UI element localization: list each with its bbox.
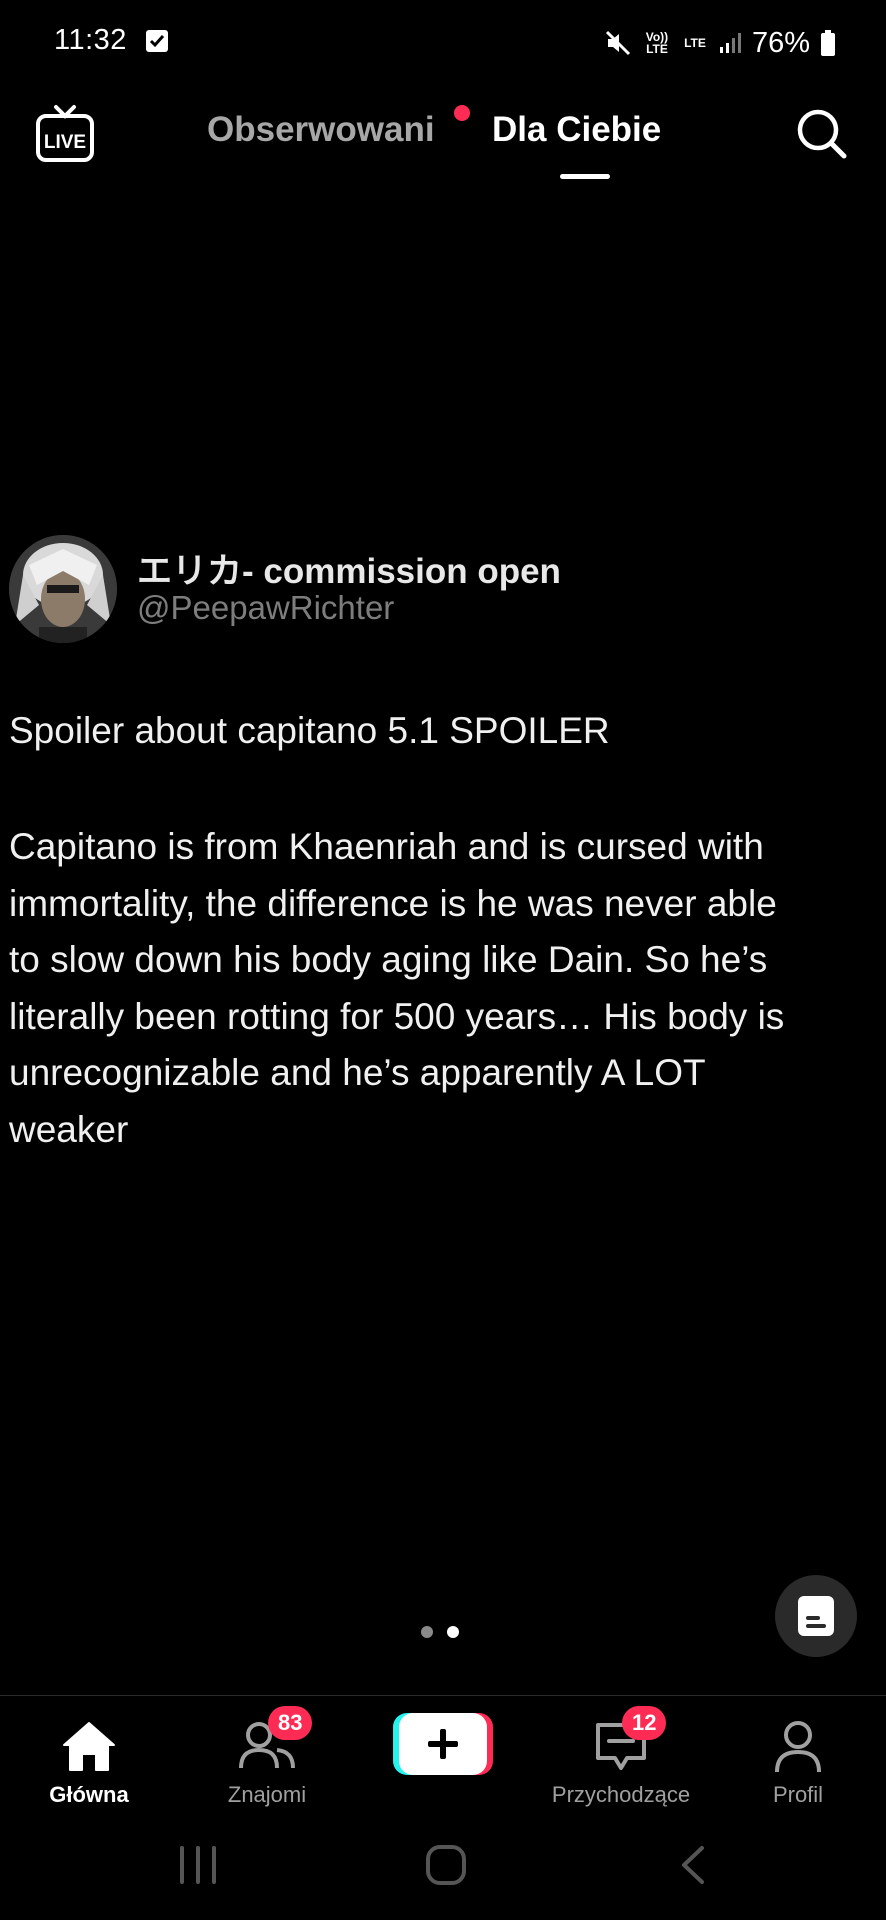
status-bar: 11:32 Vo)) LTE LTE 76% bbox=[0, 0, 886, 86]
status-time: 11:32 bbox=[54, 24, 127, 56]
volte-indicator: Vo)) LTE bbox=[645, 30, 669, 56]
lte-indicator: LTE bbox=[684, 36, 706, 50]
battery-icon bbox=[821, 30, 835, 56]
bottom-navigation: Główna 83 Znajomi 12 Przychodzące Profil bbox=[0, 1695, 886, 1821]
nav-profile[interactable]: Profil bbox=[713, 1708, 883, 1818]
mute-icon bbox=[605, 30, 631, 56]
status-indicators: Vo)) LTE LTE 76% bbox=[604, 24, 836, 62]
inbox-badge: 12 bbox=[622, 1706, 667, 1740]
checkbox-notification-icon bbox=[146, 30, 168, 52]
post-body-line: Capitano is from Khaenriah and is cursed… bbox=[9, 826, 764, 867]
carousel-dot-1[interactable] bbox=[421, 1626, 433, 1638]
post-body-line: weaker bbox=[9, 1108, 129, 1150]
system-navigation bbox=[0, 1820, 886, 1920]
nav-friends-label: Znajomi bbox=[227, 1782, 307, 1807]
home-system-icon[interactable] bbox=[424, 1844, 468, 1886]
svg-text:LIVE: LIVE bbox=[44, 132, 86, 153]
top-navigation: LIVE Obserwowani Dla Ciebie bbox=[0, 96, 886, 186]
avatar[interactable] bbox=[9, 535, 117, 643]
nav-home[interactable]: Główna bbox=[4, 1708, 174, 1818]
signal-icon bbox=[719, 33, 741, 53]
post-body-line: immortality, the difference is he was ne… bbox=[9, 882, 777, 924]
nav-home-label: Główna bbox=[49, 1782, 129, 1807]
plus-icon bbox=[393, 1713, 493, 1775]
post-body-line: literally been rotting for 500 years… Hi… bbox=[9, 995, 785, 1037]
nav-inbox-label: Przychodzące bbox=[551, 1782, 691, 1807]
user-handle: @PeepawRichter bbox=[137, 589, 395, 626]
tab-following[interactable]: Obserwowani bbox=[207, 110, 435, 150]
tab-for-you[interactable]: Dla Ciebie bbox=[492, 110, 661, 150]
nav-inbox[interactable]: 12 Przychodzące bbox=[536, 1706, 706, 1818]
post-body-line: to slow down his body aging like Dain. S… bbox=[9, 939, 768, 980]
recent-apps-icon[interactable] bbox=[176, 1844, 220, 1886]
notification-dot bbox=[454, 105, 470, 121]
home-icon bbox=[63, 1722, 115, 1771]
display-name: エリカ- commission open bbox=[137, 552, 561, 591]
carousel-indicator bbox=[421, 1626, 459, 1638]
search-icon[interactable] bbox=[794, 106, 850, 162]
notes-button[interactable] bbox=[775, 1575, 857, 1657]
friends-badge: 83 bbox=[268, 1706, 313, 1740]
back-icon[interactable] bbox=[676, 1844, 710, 1886]
active-tab-indicator bbox=[560, 174, 610, 179]
live-icon[interactable]: LIVE bbox=[34, 104, 96, 164]
note-icon bbox=[798, 1596, 834, 1636]
battery-percentage: 76% bbox=[751, 26, 810, 59]
nav-profile-label: Profil bbox=[772, 1782, 824, 1807]
create-button[interactable] bbox=[393, 1711, 493, 1777]
post-body-line: unrecognizable and he’s apparently A LOT bbox=[9, 1052, 706, 1093]
avatar-image bbox=[9, 535, 117, 643]
profile-icon bbox=[775, 1721, 821, 1773]
carousel-dot-2[interactable] bbox=[447, 1626, 459, 1638]
nav-friends[interactable]: 83 Znajomi bbox=[182, 1706, 352, 1818]
post-body: Capitano is from Khaenriah and is cursed… bbox=[9, 819, 884, 1158]
post-title: Spoiler about capitano 5.1 SPOILER bbox=[9, 710, 610, 751]
